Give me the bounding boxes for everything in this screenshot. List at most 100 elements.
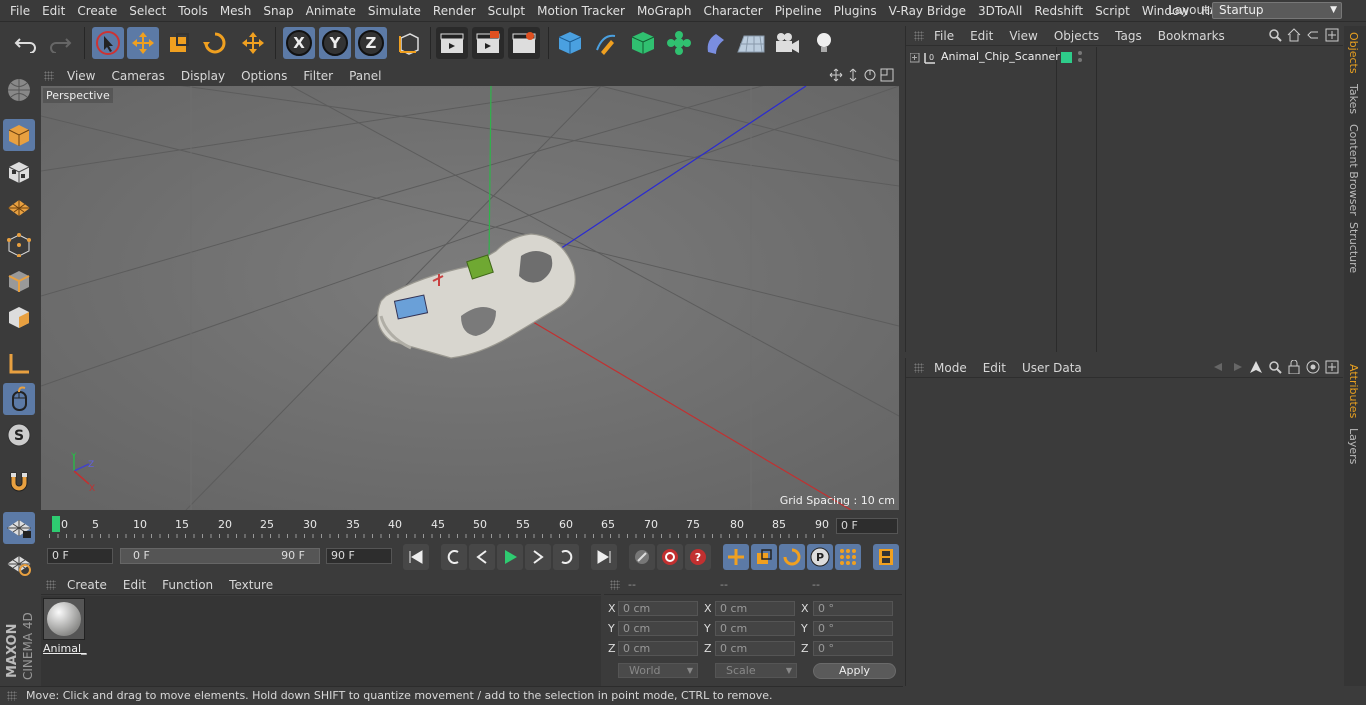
redo-button[interactable]: [44, 27, 76, 59]
search-icon[interactable]: [1268, 360, 1282, 374]
material-menu-edit[interactable]: Edit: [115, 578, 154, 592]
current-frame-field[interactable]: 0 F: [836, 518, 898, 534]
menu-file[interactable]: File: [4, 4, 36, 18]
viewport-menu-panel[interactable]: Panel: [341, 69, 389, 83]
tab-takes[interactable]: Takes: [1347, 84, 1360, 114]
menu-sculpt[interactable]: Sculpt: [482, 4, 531, 18]
rotation-p-field[interactable]: 0 °: [813, 621, 893, 636]
search-icon[interactable]: [1268, 28, 1282, 42]
object-menu-tags[interactable]: Tags: [1107, 29, 1150, 43]
size-mode-select[interactable]: Scale ▼: [715, 663, 797, 678]
frame-range-slider[interactable]: 0 F 90 F: [120, 548, 320, 564]
cube-object-button[interactable]: [554, 27, 586, 59]
lock-icon[interactable]: [1287, 360, 1301, 374]
autokey-button[interactable]: [657, 544, 683, 570]
position-z-field[interactable]: 0 cm: [618, 641, 698, 656]
coordinate-system-button[interactable]: [393, 27, 425, 59]
menu-mesh[interactable]: Mesh: [214, 4, 258, 18]
key-pla-button[interactable]: [835, 544, 861, 570]
expand-icon[interactable]: [910, 53, 920, 63]
tab-layers[interactable]: Layers: [1347, 428, 1360, 464]
apply-button[interactable]: Apply: [813, 663, 896, 679]
viewport-menu-display[interactable]: Display: [173, 69, 233, 83]
next-frame-button[interactable]: [525, 544, 551, 570]
recent-tool-button[interactable]: [237, 27, 269, 59]
goto-end-button[interactable]: [591, 544, 617, 570]
previous-key-button[interactable]: [441, 544, 467, 570]
keyframe-selection-button[interactable]: ?: [685, 544, 711, 570]
rotate-tool-button[interactable]: [199, 27, 231, 59]
live-selection-button[interactable]: [92, 27, 124, 59]
coordinate-mode-select[interactable]: World ▼: [618, 663, 698, 678]
play-button[interactable]: [497, 544, 523, 570]
record-keys-button[interactable]: [629, 544, 655, 570]
perspective-viewport[interactable]: Y Z X Perspective Grid Spacing : 10 cm: [41, 86, 899, 510]
menu-edit[interactable]: Edit: [36, 4, 71, 18]
goto-start-button[interactable]: [403, 544, 429, 570]
workplane-lock-button[interactable]: [3, 512, 35, 544]
workplane-button[interactable]: [3, 192, 35, 224]
object-name[interactable]: Animal_Chip_Scanner: [941, 50, 1060, 63]
scale-tool-button[interactable]: [163, 27, 195, 59]
viewport-menu-options[interactable]: Options: [233, 69, 295, 83]
floor-button[interactable]: [735, 27, 767, 59]
viewport-rotate-icon[interactable]: [863, 68, 877, 82]
object-menu-bookmarks[interactable]: Bookmarks: [1150, 29, 1233, 43]
tweak-mode-button[interactable]: [3, 383, 35, 415]
render-settings-button[interactable]: [508, 27, 540, 59]
home-icon[interactable]: [1287, 28, 1301, 42]
current-frame-marker[interactable]: [52, 516, 60, 532]
size-z-field[interactable]: 0 cm: [715, 641, 795, 656]
menu-select[interactable]: Select: [123, 4, 172, 18]
menu-snap[interactable]: Snap: [257, 4, 299, 18]
model-mode-button[interactable]: [3, 119, 35, 151]
attribute-menu-edit[interactable]: Edit: [975, 361, 1014, 375]
attribute-menu-user-data[interactable]: User Data: [1014, 361, 1090, 375]
menu-create[interactable]: Create: [71, 4, 123, 18]
light-button[interactable]: [808, 27, 840, 59]
timeline-window-button[interactable]: [873, 544, 899, 570]
key-position-button[interactable]: [723, 544, 749, 570]
material-menu-function[interactable]: Function: [154, 578, 221, 592]
size-y-field[interactable]: 0 cm: [715, 621, 795, 636]
key-parameter-button[interactable]: P: [807, 544, 833, 570]
key-scale-button[interactable]: [751, 544, 777, 570]
navigate-back-icon[interactable]: [1306, 28, 1320, 42]
edges-mode-button[interactable]: [3, 265, 35, 297]
layout-select[interactable]: Startup ▼: [1212, 2, 1342, 19]
menu-script[interactable]: Script: [1089, 4, 1136, 18]
position-y-field[interactable]: 0 cm: [618, 621, 698, 636]
timeline-ruler[interactable]: 0 5 10 15 20 25 30 35 40 45 50 55 60 65 …: [41, 512, 902, 542]
history-arrows-icon[interactable]: [1212, 360, 1244, 374]
spline-pen-button[interactable]: [590, 27, 622, 59]
axis-mode-button[interactable]: [3, 348, 35, 380]
snap-button[interactable]: [3, 466, 35, 498]
x-axis-lock-button[interactable]: X: [283, 27, 315, 59]
visibility-dots[interactable]: [1078, 51, 1084, 65]
viewport-maximize-icon[interactable]: [880, 68, 894, 82]
target-icon[interactable]: [1306, 360, 1320, 374]
material-swatch[interactable]: Animal_: [43, 598, 87, 656]
points-mode-button[interactable]: [3, 229, 35, 261]
tab-objects[interactable]: Objects: [1347, 32, 1360, 74]
object-menu-edit[interactable]: Edit: [962, 29, 1001, 43]
solo-button[interactable]: S: [3, 419, 35, 451]
render-view-button[interactable]: [436, 27, 468, 59]
menu-simulate[interactable]: Simulate: [362, 4, 427, 18]
timeline-ticks[interactable]: 0 5 10 15 20 25 30 35 40 45 50 55 60 65 …: [49, 514, 829, 538]
material-menu-create[interactable]: Create: [59, 578, 115, 592]
key-rotation-button[interactable]: [779, 544, 805, 570]
object-menu-objects[interactable]: Objects: [1046, 29, 1107, 43]
start-frame-field[interactable]: 0 F: [47, 548, 113, 564]
y-axis-lock-button[interactable]: Y: [319, 27, 351, 59]
viewport-menu-filter[interactable]: Filter: [295, 69, 341, 83]
undo-button[interactable]: [10, 27, 42, 59]
object-row[interactable]: 0 Animal_Chip_Scanner: [906, 49, 1344, 67]
previous-frame-button[interactable]: [469, 544, 495, 570]
menu-plugins[interactable]: Plugins: [828, 4, 883, 18]
z-axis-lock-button[interactable]: Z: [355, 27, 387, 59]
size-x-field[interactable]: 0 cm: [715, 601, 795, 616]
viewport-menu-cameras[interactable]: Cameras: [103, 69, 172, 83]
new-panel-icon[interactable]: [1325, 28, 1339, 42]
tab-content-browser[interactable]: Content Browser: [1347, 124, 1360, 216]
